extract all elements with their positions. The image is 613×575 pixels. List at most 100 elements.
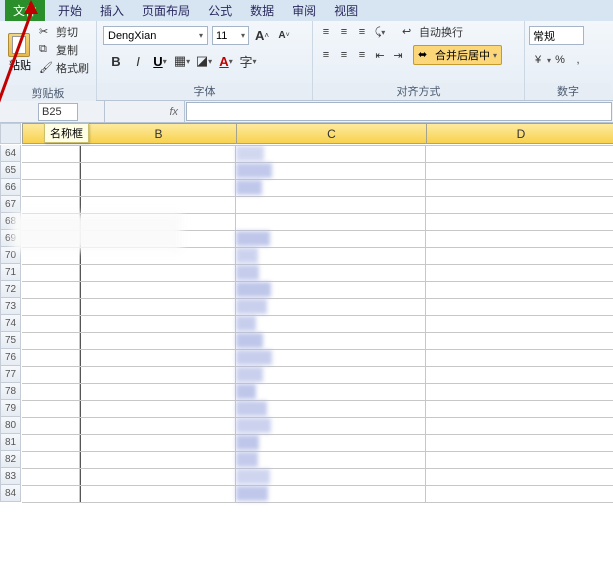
- row-header[interactable]: 78: [0, 383, 21, 400]
- align-right-button[interactable]: ≡: [354, 47, 370, 63]
- grid-line-h: [22, 485, 613, 486]
- wrap-text-button[interactable]: ↩ 自动换行: [402, 24, 463, 40]
- row-header[interactable]: 80: [0, 417, 21, 434]
- chevron-down-icon: ▾: [199, 31, 203, 40]
- grid-line-v: [80, 145, 81, 502]
- fx-label[interactable]: fx: [105, 101, 185, 122]
- row-header[interactable]: 84: [0, 485, 21, 502]
- row-header[interactable]: 77: [0, 366, 21, 383]
- spreadsheet-grid[interactable]: BCD 646566676869707172737475767778798081…: [0, 123, 613, 575]
- italic-button[interactable]: I: [128, 51, 148, 71]
- group-align: ≡ ≡ ≡ ⤹▾ ↩ 自动换行 ≡ ≡ ≡ ⇤ ⇥ ⬌ 合并后居中: [313, 21, 525, 100]
- clipboard-group-label: 剪贴板: [0, 85, 96, 101]
- tab-data[interactable]: 数据: [241, 0, 283, 21]
- formula-input[interactable]: [186, 102, 612, 121]
- cut-label: 剪切: [56, 24, 78, 40]
- name-box[interactable]: [38, 103, 78, 121]
- tab-page-layout[interactable]: 页面布局: [133, 0, 199, 21]
- wrap-icon: ↩: [402, 25, 416, 39]
- align-top-button[interactable]: ≡: [318, 24, 334, 40]
- font-family-value: DengXian: [108, 30, 156, 42]
- row-header[interactable]: 83: [0, 468, 21, 485]
- grid-line-h: [22, 298, 613, 299]
- tab-formula[interactable]: 公式: [199, 0, 241, 21]
- tab-home[interactable]: 开始: [49, 0, 91, 21]
- align-center-button[interactable]: ≡: [336, 47, 352, 63]
- grow-font-button[interactable]: A˄: [252, 26, 272, 46]
- ribbon: 粘贴 ✂ 剪切 ⧉ 复制 🖌 格式刷 剪贴板: [0, 21, 613, 101]
- row-header[interactable]: 81: [0, 434, 21, 451]
- row-header[interactable]: 67: [0, 196, 21, 213]
- currency-button[interactable]: ¥: [530, 52, 546, 68]
- redacted-content: [236, 418, 271, 433]
- tab-insert[interactable]: 插入: [91, 0, 133, 21]
- bold-button[interactable]: B: [106, 51, 126, 71]
- row-header[interactable]: 76: [0, 349, 21, 366]
- phonetic-button[interactable]: 字▾: [238, 51, 258, 71]
- tab-view[interactable]: 视图: [325, 0, 367, 21]
- grid-line-h: [22, 502, 613, 503]
- grid-line-h: [22, 332, 613, 333]
- increase-indent-button[interactable]: ⇥: [390, 47, 406, 63]
- fill-color-button[interactable]: ◪▾: [194, 51, 214, 71]
- redacted-content: [236, 486, 268, 501]
- row-header[interactable]: 64: [0, 145, 21, 162]
- phonetic-icon: 字: [239, 52, 252, 71]
- decrease-indent-button[interactable]: ⇤: [372, 47, 388, 63]
- comma-button[interactable]: ,: [570, 52, 586, 68]
- column-header-B[interactable]: B: [80, 123, 236, 144]
- redacted-content: [236, 333, 263, 348]
- font-color-button[interactable]: A▾: [216, 51, 236, 71]
- copy-button[interactable]: ⧉ 复制: [39, 42, 89, 58]
- row-header[interactable]: 65: [0, 162, 21, 179]
- number-group-label: 数字: [525, 83, 611, 100]
- row-header[interactable]: 66: [0, 179, 21, 196]
- grid-line-h: [22, 315, 613, 316]
- tab-review[interactable]: 审阅: [283, 0, 325, 21]
- row-header[interactable]: 82: [0, 451, 21, 468]
- select-all-corner[interactable]: [0, 123, 21, 144]
- orientation-button[interactable]: ⤹▾: [372, 24, 388, 40]
- underline-button[interactable]: U▾: [150, 51, 170, 71]
- merge-center-button[interactable]: ⬌ 合并后居中 ▾: [413, 45, 502, 65]
- redacted-content: [236, 435, 259, 450]
- merge-icon: ⬌: [418, 48, 432, 62]
- format-painter-label: 格式刷: [56, 60, 89, 76]
- grid-line-h: [22, 468, 613, 469]
- font-size-select[interactable]: 11▾: [212, 26, 249, 45]
- percent-button[interactable]: %: [552, 52, 568, 68]
- align-middle-button[interactable]: ≡: [336, 24, 352, 40]
- row-header[interactable]: 73: [0, 298, 21, 315]
- format-painter-button[interactable]: 🖌 格式刷: [39, 60, 89, 76]
- column-header-C[interactable]: C: [236, 123, 426, 144]
- redacted-content: [236, 180, 262, 195]
- bucket-icon: ◪: [196, 53, 208, 69]
- row-header[interactable]: 72: [0, 281, 21, 298]
- number-format-select[interactable]: 常规: [529, 26, 584, 45]
- align-bottom-button[interactable]: ≡: [354, 24, 370, 40]
- row-header[interactable]: 79: [0, 400, 21, 417]
- redacted-content: [236, 452, 258, 467]
- scissors-icon: ✂: [39, 25, 53, 39]
- redacted-content: [236, 299, 267, 314]
- border-button[interactable]: ▦▾: [172, 51, 192, 71]
- cut-button[interactable]: ✂ 剪切: [39, 24, 89, 40]
- font-family-select[interactable]: DengXian ▾: [103, 26, 208, 45]
- grid-line-h: [22, 434, 613, 435]
- redacted-content: [236, 316, 256, 331]
- group-font: DengXian ▾ 11▾ A˄ A˅ B I U▾ ▦▾ ◪▾ A▾ 字▾ 字…: [97, 21, 313, 100]
- align-left-button[interactable]: ≡: [318, 47, 334, 63]
- column-header-D[interactable]: D: [426, 123, 613, 144]
- redacted-content: [236, 401, 267, 416]
- grid-line-h: [22, 451, 613, 452]
- brush-icon: 🖌: [39, 61, 53, 75]
- shrink-font-button[interactable]: A˅: [274, 26, 294, 46]
- row-header[interactable]: 71: [0, 264, 21, 281]
- redacted-content: [236, 265, 259, 280]
- redacted-content: [236, 469, 270, 484]
- row-header[interactable]: 75: [0, 332, 21, 349]
- copy-label: 复制: [56, 42, 78, 58]
- number-format-value: 常规: [533, 28, 555, 44]
- menu-bar: 文件 开始 插入 页面布局 公式 数据 审阅 视图: [0, 0, 613, 21]
- row-header[interactable]: 74: [0, 315, 21, 332]
